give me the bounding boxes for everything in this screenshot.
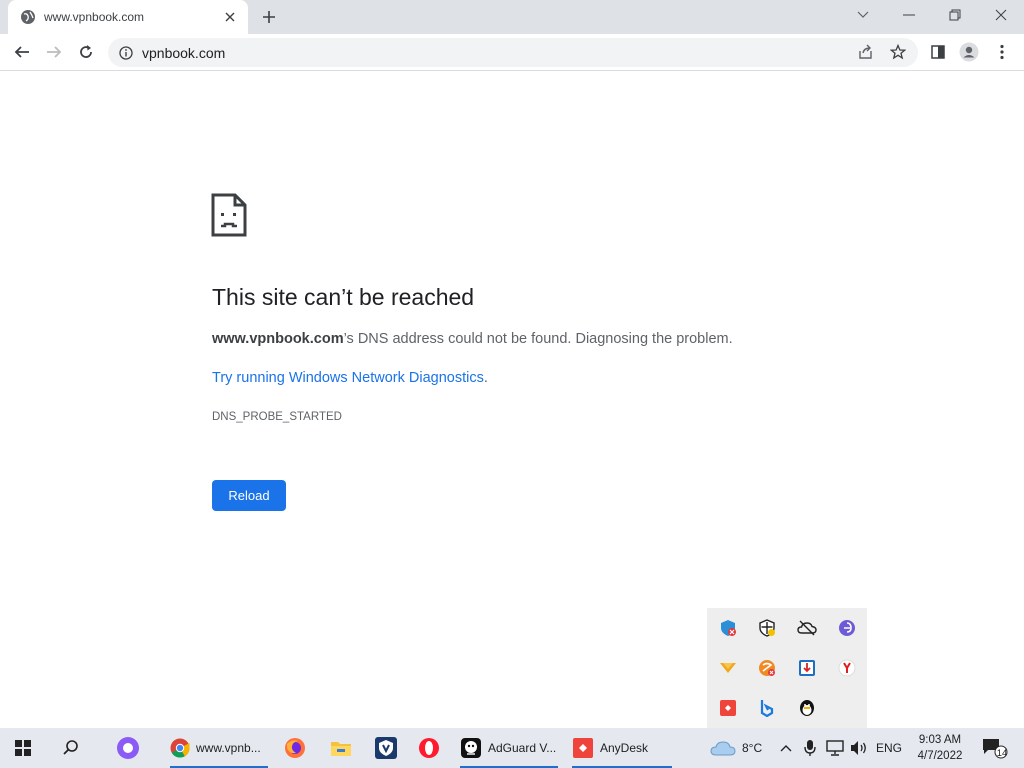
info-icon[interactable] <box>118 45 134 61</box>
reload-page-button[interactable] <box>72 38 100 66</box>
share-icon[interactable] <box>855 41 877 63</box>
diagnostics-suffix: . <box>483 370 488 386</box>
error-title: This site can’t be reached <box>212 284 475 310</box>
weather-widget[interactable]: 8°C <box>710 728 762 768</box>
tab-search-icon[interactable] <box>840 0 886 30</box>
taskbar-adguard[interactable]: AdGuard V... <box>460 728 558 768</box>
network-diagnostics-link[interactable]: Try running Windows Network Diagnostics <box>212 370 484 386</box>
adguard-window-label: AdGuard V... <box>488 741 557 755</box>
vpn-shield-app-icon[interactable] <box>374 728 398 768</box>
sad-page-icon <box>211 193 247 237</box>
alice-assistant-icon[interactable] <box>116 728 140 768</box>
shield-warning-icon[interactable] <box>718 618 738 638</box>
error-message: ’s DNS address could not be found. Diagn… <box>343 331 733 347</box>
torrent-app-icon[interactable] <box>837 618 857 638</box>
opera-icon[interactable] <box>418 728 440 768</box>
restore-button[interactable] <box>932 0 978 30</box>
orange-app-disabled-icon[interactable] <box>757 658 777 678</box>
menu-kebab-icon[interactable] <box>991 41 1013 63</box>
error-description: www.vpnbook.com’s DNS address could not … <box>212 331 733 347</box>
volume-icon[interactable] <box>850 728 868 768</box>
tab-title: www.vpnbook.com <box>44 10 145 24</box>
side-panel-icon[interactable] <box>927 41 949 63</box>
weather-temperature: 8°C <box>742 741 763 755</box>
new-tab-button[interactable] <box>258 7 280 27</box>
yandex-icon[interactable] <box>837 658 857 678</box>
cloud-icon <box>710 741 736 756</box>
close-tab-icon[interactable] <box>222 9 238 25</box>
anydesk-icon <box>573 738 593 758</box>
search-icon[interactable] <box>62 728 80 768</box>
windows-security-icon[interactable] <box>757 618 777 638</box>
address-url: vpnbook.com <box>142 44 226 61</box>
anydesk-tray-icon[interactable] <box>718 698 738 718</box>
vpn-orange-icon[interactable] <box>718 658 738 678</box>
network-icon[interactable] <box>826 728 844 768</box>
bookmark-star-icon[interactable] <box>887 41 909 63</box>
adguard-vpn-icon <box>461 738 481 758</box>
tab-strip: www.vpnbook.com <box>0 0 1024 34</box>
language-indicator[interactable]: ENG <box>876 728 902 768</box>
chrome-icon <box>170 738 190 758</box>
clock-date: 4/7/2022 <box>917 750 963 762</box>
download-manager-icon[interactable] <box>797 658 817 678</box>
clock-time: 9:03 AM <box>918 734 962 746</box>
tray-overflow-flyout <box>707 608 867 728</box>
firefox-icon[interactable] <box>284 728 306 768</box>
taskbar-anydesk[interactable]: AnyDesk <box>572 728 672 768</box>
forward-button[interactable] <box>40 38 68 66</box>
microphone-icon[interactable] <box>804 728 816 768</box>
error-host: www.vpnbook.com <box>212 331 344 347</box>
error-code: DNS_PROBE_STARTED <box>212 411 342 423</box>
chrome-window-label: www.vpnb... <box>196 741 261 755</box>
back-button[interactable] <box>8 38 36 66</box>
qq-penguin-icon[interactable] <box>797 698 817 718</box>
diagnostics-suggestion: Try running Windows Network Diagnostics. <box>212 370 488 386</box>
reload-button[interactable]: Reload <box>212 480 286 511</box>
taskbar-chrome[interactable]: www.vpnb... <box>170 728 268 768</box>
minimize-button[interactable] <box>886 0 932 30</box>
system-clock[interactable]: 9:03 AM 4/7/2022 <box>906 732 974 764</box>
start-button[interactable] <box>14 728 32 768</box>
globe-icon <box>20 9 36 25</box>
profile-avatar-icon[interactable] <box>958 41 980 63</box>
onedrive-offline-icon[interactable] <box>797 618 817 638</box>
browser-tab[interactable]: www.vpnbook.com <box>8 0 248 34</box>
address-bar[interactable]: vpnbook.com <box>108 38 918 67</box>
notification-count-badge: 14 <box>996 748 1008 759</box>
close-window-button[interactable] <box>978 0 1024 30</box>
taskbar: www.vpnb... AdGuard V... AnyDesk 8°C ENG <box>0 728 1024 768</box>
show-hidden-icons-chevron-icon[interactable] <box>780 728 792 768</box>
bing-icon[interactable] <box>757 698 777 718</box>
file-explorer-icon[interactable] <box>330 728 352 768</box>
browser-toolbar: vpnbook.com <box>0 34 1024 71</box>
anydesk-window-label: AnyDesk <box>600 741 649 755</box>
language-label: ENG <box>876 741 903 755</box>
